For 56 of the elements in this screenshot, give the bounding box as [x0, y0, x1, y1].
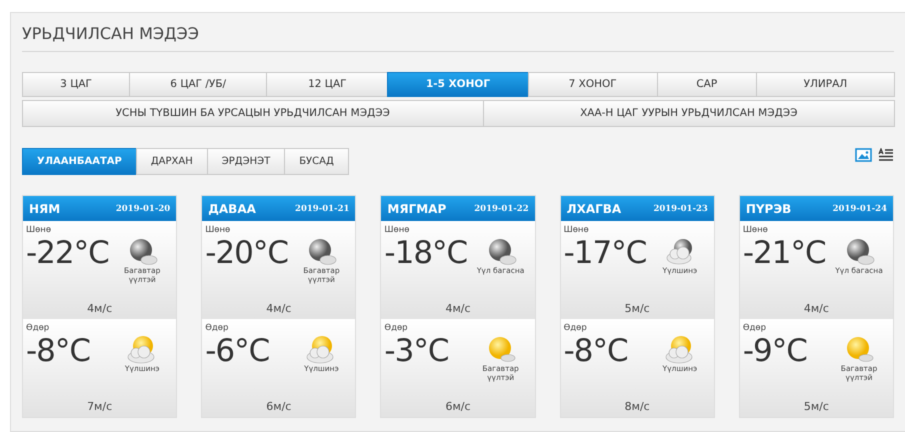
day-date: 2019-01-20 [116, 204, 170, 214]
day-date: 2019-01-24 [832, 204, 888, 214]
wind-speed: 8м/с [624, 400, 650, 413]
period-tab[interactable]: 6 ЦАГ /УБ/ [129, 72, 268, 97]
wind-speed: 4м/с [266, 302, 292, 315]
period-label: Шөнө [26, 225, 52, 235]
day-date: 2019-01-22 [474, 204, 529, 214]
temperature: -20°C [205, 235, 288, 271]
city-tab[interactable]: ЭРДЭНЭТ [206, 148, 286, 175]
period-label: Өдөр [742, 323, 767, 333]
period-label: Өдөр [564, 323, 588, 333]
temperature: -6°C [205, 333, 270, 369]
day-date: 2019-01-21 [295, 204, 350, 214]
forecast-tab[interactable]: УСНЫ ТҮВШИН БА УРСАЦЫН УРЬДЧИЛСАН МЭДЭЭ [22, 100, 484, 127]
period-tab[interactable]: 3 ЦАГ [22, 72, 130, 97]
period-tab[interactable]: 12 ЦАГ [266, 72, 388, 97]
temperature: -8°C [564, 333, 628, 369]
list-icon[interactable] [878, 148, 894, 162]
period-label: Шөнө [742, 225, 769, 235]
wind-speed: 5м/с [624, 302, 650, 315]
period-label: Өдөр [205, 323, 230, 333]
wind-speed: 5м/с [804, 400, 829, 413]
city-tab[interactable]: УЛААНБААТАР [22, 148, 137, 175]
image-icon[interactable] [855, 148, 872, 162]
period-label: Шөнө [564, 225, 590, 235]
day-name: ЛХАГВА [566, 202, 622, 216]
forecast-tab[interactable]: ХАА-Н ЦАГ УУРЫН УРЬДЧИЛСАН МЭДЭЭ [482, 100, 895, 127]
day-name: ПҮРЭВ [746, 202, 792, 216]
city-tab[interactable]: ДАРХАН [136, 148, 208, 175]
day-date: 2019-01-23 [653, 204, 708, 214]
temperature: -9°C [742, 333, 807, 369]
period-label: Шөнө [205, 225, 232, 235]
period-tab[interactable]: УЛИРАЛ [756, 72, 895, 97]
temperature: -8°C [26, 333, 90, 369]
city-tab[interactable]: БУСАД [284, 148, 349, 175]
day-name: НЯМ [29, 202, 60, 216]
temperature: -22°C [26, 235, 109, 271]
period-tab[interactable]: САР [656, 72, 757, 97]
day-name: МЯГМАР [387, 202, 446, 216]
wind-speed: 4м/с [804, 302, 829, 315]
temperature: -3°C [384, 333, 448, 369]
wind-speed: 7м/с [87, 400, 112, 413]
wind-speed: 6м/с [266, 400, 292, 413]
wind-speed: 4м/с [87, 302, 112, 315]
temperature: -21°C [742, 235, 826, 271]
page-title: УРЬДЧИЛСАН МЭДЭЭ [22, 23, 200, 45]
period-tab[interactable]: 7 ХОНОГ [528, 72, 658, 97]
period-label: Өдөр [384, 323, 409, 333]
temperature: -17°C [564, 235, 646, 271]
period-label: Шөнө [384, 225, 410, 235]
day-name: ДАВАА [208, 202, 256, 216]
period-label: Өдөр [26, 323, 50, 333]
temperature: -18°C [384, 235, 468, 271]
period-tab[interactable]: 1-5 ХОНОГ [387, 72, 529, 97]
wind-speed: 4м/с [445, 302, 471, 315]
wind-speed: 6м/с [445, 400, 471, 413]
